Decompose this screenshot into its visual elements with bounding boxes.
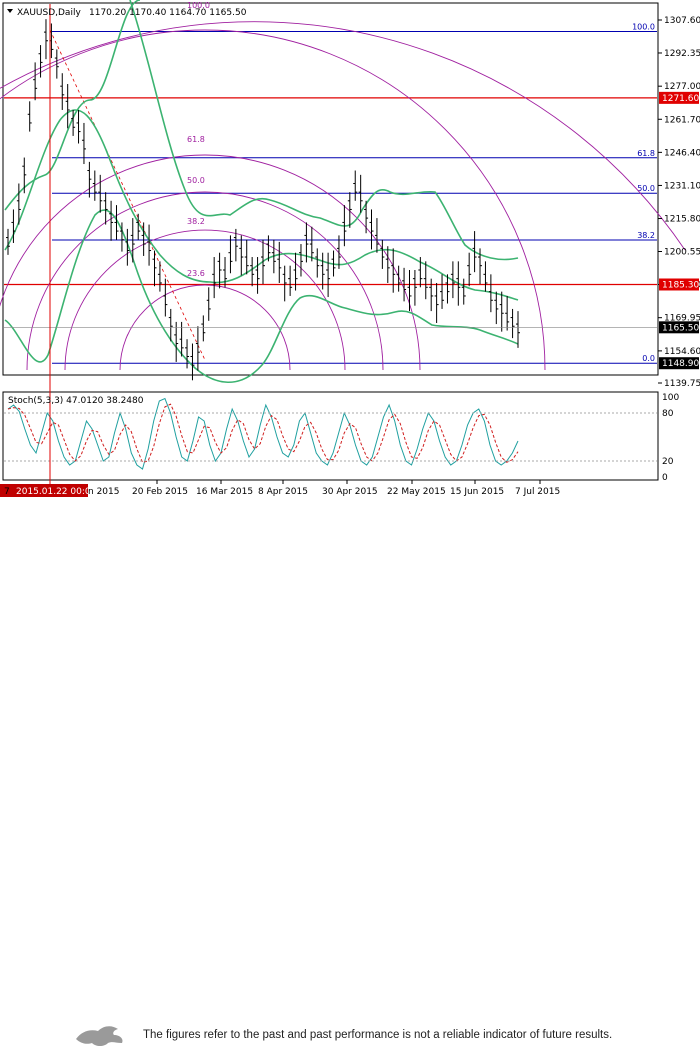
fib-level-label: 61.8 [637,149,655,158]
time-cursor-label: 2015.01.22 00:00 [16,487,97,497]
stoch-title: Stoch(5,3,3) 47.0120 38.2480 [8,396,144,406]
axes: 1307.60 1292.35 1277.00 1261.70 1246.40 1231.… [4,4,700,497]
price-tick-label: 1215.80 [664,215,700,225]
fib-trend-line [49,29,206,361]
price-tick-label: 1139.75 [664,379,700,389]
price-tick-label: 1277.00 [664,82,700,92]
time-tick-label: 7 Jul 2015 [515,487,560,497]
price-tick-label: 1307.60 [664,16,700,26]
stoch-tick-label: 0 [662,473,668,483]
price-tick-label: 1154.60 [664,347,700,357]
stoch-tick-label: 20 [662,457,674,467]
stoch-tick-label: 80 [662,409,674,419]
trading-chart[interactable]: 100.0 61.8 50.0 38.2 0.0 100.0 61.8 50.0 38.2 23… [0,0,700,510]
price-tag-label: 1148.90 [662,359,699,369]
time-tick-label: 15 Jun 2015 [450,487,504,497]
time-tick-first: 7 [4,487,10,497]
arc-38.2 [64,229,346,371]
price-tick-label: 1292.35 [664,49,700,59]
arc-label: 61.8 [187,135,205,144]
bollinger-middle [4,109,519,301]
time-tick-label: 20 Feb 2015 [132,487,188,497]
arc-label: 23.6 [187,269,205,278]
time-tick-label: 30 Apr 2015 [322,487,378,497]
chart-header: XAUUSD,Daily 1170.20 1170.40 1164.70 116… [7,8,247,18]
ohlc-values: 1170.20 1170.40 1164.70 1165.50 [89,8,247,18]
fib-level-label: 100.0 [632,22,655,31]
fib-level-label: 38.2 [637,231,655,240]
arc-label: 50.0 [187,176,205,185]
time-tick-label: 8 Apr 2015 [258,487,308,497]
price-tick-label: 1231.10 [664,181,700,191]
symbol-label: XAUUSD,Daily [17,8,81,18]
price-tag-label: 1185.30 [662,280,699,290]
price-tick-label: 1261.70 [664,115,700,125]
price-tick-label: 1246.40 [664,148,700,158]
dropdown-triangle-icon[interactable] [7,9,13,13]
time-tick-label: 16 Mar 2015 [196,487,253,497]
bull-logo-icon [76,1026,123,1046]
fibonacci-levels: 100.0 61.8 50.0 38.2 0.0 [4,22,657,364]
arc-outer [0,21,686,251]
price-tick-label: 1200.55 [664,248,700,258]
main-chart-frame [2,2,659,376]
time-tick-truncated: n 2015 [88,487,119,497]
price-tag-label: 1271.60 [662,94,699,104]
arc-label: 38.2 [187,217,205,226]
fibonacci-arcs: 100.0 61.8 50.0 38.2 23.6 [0,1,686,371]
fib-level-label: 0.0 [642,354,655,363]
footer: The figures refer to the past and past p… [0,508,700,1046]
time-tick-label: 22 May 2015 [387,487,446,497]
current-price-label: 1165.50 [662,323,699,333]
disclaimer-text: The figures refer to the past and past p… [143,1029,613,1041]
bollinger-lower [4,209,519,384]
stoch-tick-label: 100 [662,393,679,403]
bollinger-bands [4,0,519,384]
stochastic-oscillator [7,397,519,470]
